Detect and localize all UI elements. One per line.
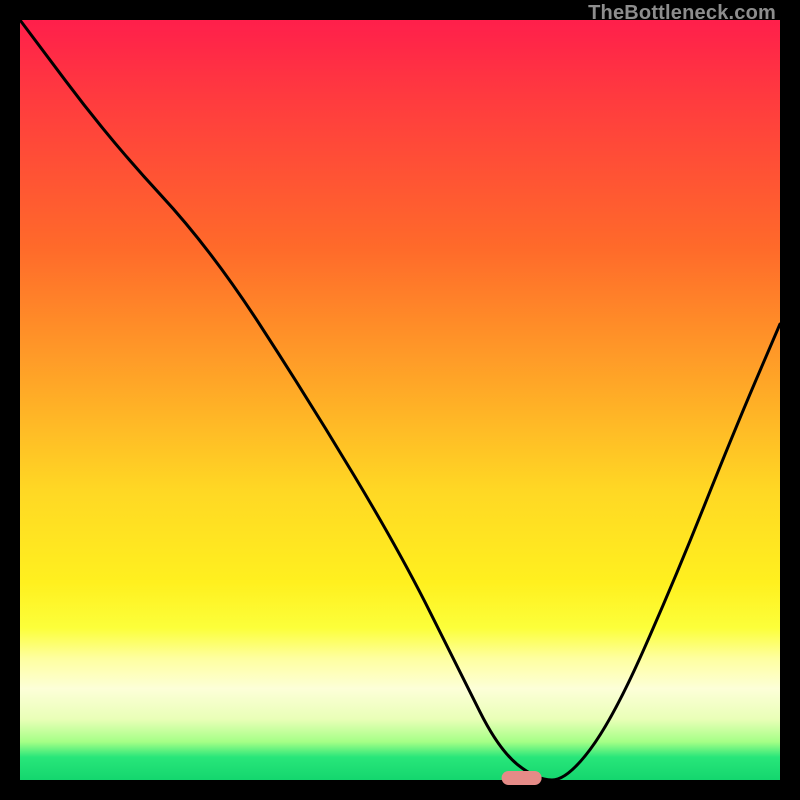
- bottleneck-curve-svg: [20, 20, 780, 780]
- chart-container: TheBottleneck.com: [0, 0, 800, 800]
- bottleneck-curve-path: [20, 20, 780, 780]
- optimal-marker: [502, 771, 542, 785]
